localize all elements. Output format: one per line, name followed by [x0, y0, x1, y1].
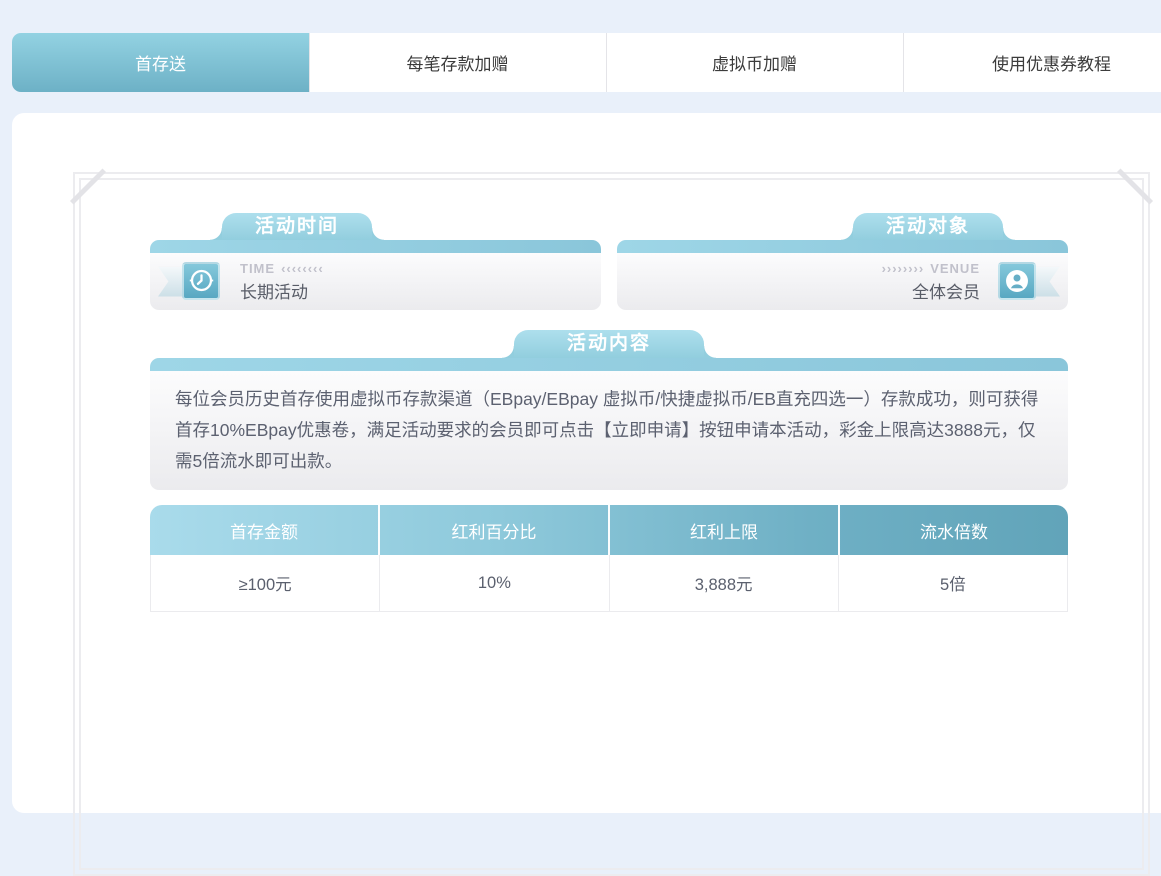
- frame-corner-topright: [1117, 168, 1153, 204]
- bonus-table: 首存金额 红利百分比 红利上限 流水倍数 ≥100元 10% 3,888元 5倍: [150, 505, 1068, 612]
- promo-card: 活动时间: [12, 113, 1161, 813]
- header-turnover-multiple: 流水倍数: [838, 505, 1068, 555]
- activity-target-strip: [617, 240, 1068, 253]
- tab-coupon-tutorial[interactable]: 使用优惠券教程: [903, 33, 1161, 92]
- frame-corner-topleft: [70, 168, 106, 204]
- clock-icon-badge: [168, 262, 222, 302]
- table-row: ≥100元 10% 3,888元 5倍: [150, 555, 1068, 612]
- activity-content-strip: [150, 358, 1068, 371]
- tab-crypto-bonus[interactable]: 虚拟币加赠: [606, 33, 903, 92]
- time-value: 长期活动: [240, 278, 324, 303]
- cell-first-deposit-amount: ≥100元: [151, 555, 379, 611]
- tab-first-deposit[interactable]: 首存送: [12, 33, 309, 92]
- activity-time-badge: 活动时间: [222, 213, 372, 240]
- cell-bonus-percentage: 10%: [379, 555, 608, 611]
- header-bonus-cap: 红利上限: [608, 505, 838, 555]
- cell-turnover-multiple: 5倍: [838, 555, 1067, 611]
- activity-time-panel: 活动时间: [150, 240, 601, 310]
- cell-bonus-cap: 3,888元: [609, 555, 838, 611]
- bonus-table-header: 首存金额 红利百分比 红利上限 流水倍数: [150, 505, 1068, 555]
- activity-info-row: 活动时间: [150, 240, 1068, 310]
- venue-label: ››››››››VENUE: [882, 261, 980, 276]
- chevrons-right: ››››››››: [882, 261, 925, 276]
- tab-every-deposit-bonus[interactable]: 每笔存款加赠: [309, 33, 606, 92]
- user-icon: [998, 262, 1036, 300]
- clock-icon: [182, 262, 220, 300]
- header-first-deposit-amount: 首存金额: [150, 505, 378, 555]
- promo-tab-bar: 首存送 每笔存款加赠 虚拟币加赠 使用优惠券教程: [12, 33, 1161, 92]
- activity-content-panel: 活动内容 每位会员历史首存使用虚拟币存款渠道（EBpay/EBpay 虚拟币/快…: [150, 358, 1068, 490]
- activity-content-badge: 活动内容: [514, 330, 704, 358]
- activity-time-strip: [150, 240, 601, 253]
- header-bonus-percentage: 红利百分比: [378, 505, 608, 555]
- activity-target-badge: 活动对象: [853, 213, 1003, 240]
- activity-description: 每位会员历史首存使用虚拟币存款渠道（EBpay/EBpay 虚拟币/快捷虚拟币/…: [150, 371, 1068, 490]
- venue-value: 全体会员: [912, 278, 980, 303]
- time-label: TIME‹‹‹‹‹‹‹‹: [240, 261, 324, 276]
- user-icon-badge: [996, 262, 1050, 302]
- activity-target-panel: 活动对象 ››››››››VENUE 全体会员: [617, 240, 1068, 310]
- chevrons-left: ‹‹‹‹‹‹‹‹: [281, 261, 324, 276]
- promo-page: { "tabs": [ {"label": "首存送", "active": t…: [0, 0, 1161, 642]
